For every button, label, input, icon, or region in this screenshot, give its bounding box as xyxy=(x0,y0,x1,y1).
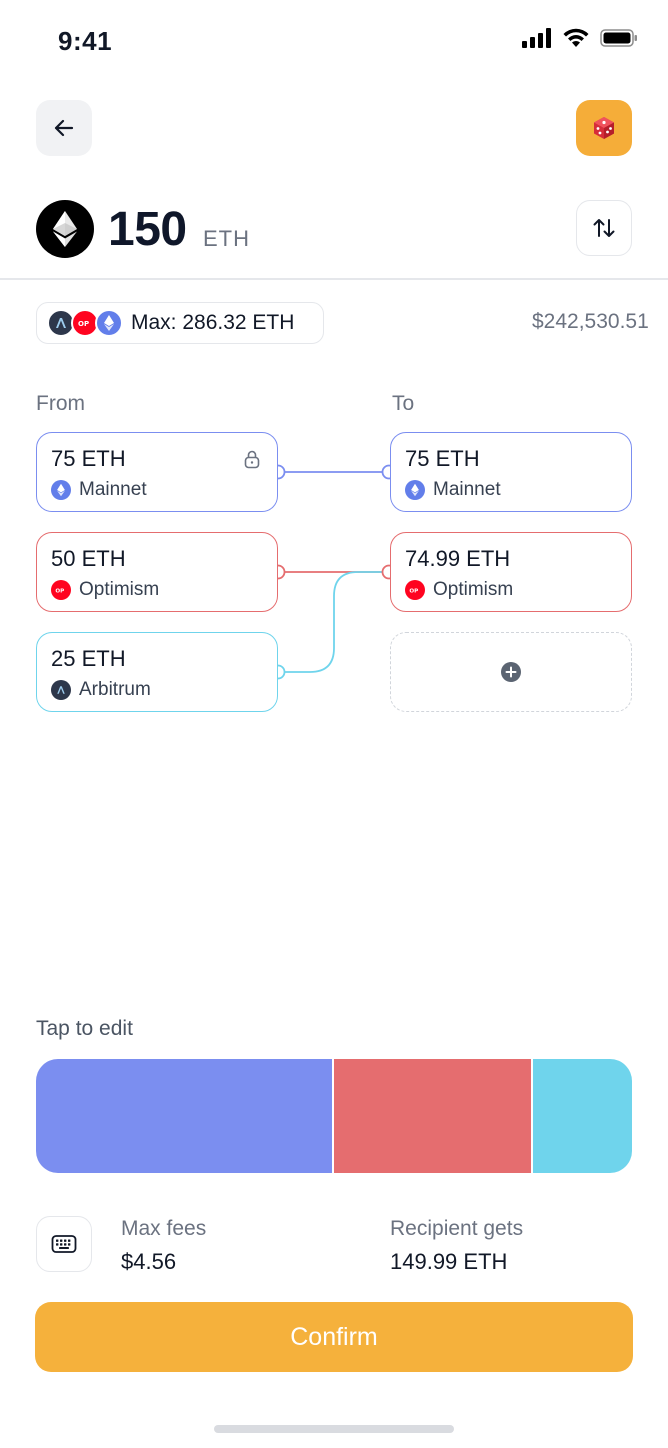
max-amount-chip[interactable]: OP Max: 286.32 ETH xyxy=(36,302,324,344)
optimism-icon: OP xyxy=(51,580,71,600)
to-network: Mainnet xyxy=(405,479,501,501)
to-network: OP Optimism xyxy=(405,579,513,601)
to-card-mainnet[interactable]: 75 ETH Mainnet xyxy=(390,432,632,512)
lock-icon[interactable] xyxy=(243,449,261,469)
connector-arbitrum xyxy=(278,571,389,673)
ethereum-icon xyxy=(51,480,71,500)
network-name: Optimism xyxy=(433,579,514,600)
network-name: Optimism xyxy=(79,579,160,600)
cellular-signal-icon xyxy=(522,28,551,48)
add-destination-button[interactable] xyxy=(390,632,632,712)
swap-vertical-icon xyxy=(593,219,615,237)
chain-icons-stack: OP xyxy=(47,309,131,337)
from-amount: 50 ETH xyxy=(51,546,126,571)
recipient-gets-label: Recipient gets xyxy=(390,1217,524,1240)
back-button[interactable] xyxy=(36,100,92,156)
split-bar[interactable] xyxy=(36,1059,632,1173)
plus-circle-icon xyxy=(501,662,521,682)
recipient-gets-value: 149.99 ETH xyxy=(390,1249,508,1274)
status-icons xyxy=(522,28,638,48)
network-name: Arbitrum xyxy=(79,679,151,700)
arbitrum-icon xyxy=(51,680,71,700)
home-indicator xyxy=(214,1425,454,1433)
network-name: Mainnet xyxy=(433,479,501,500)
ethereum-logo-icon xyxy=(36,200,94,258)
ethereum-icon xyxy=(95,309,123,337)
random-dice-button[interactable] xyxy=(576,100,632,156)
wifi-icon xyxy=(563,28,589,47)
optimism-icon: OP xyxy=(405,580,425,600)
from-network: OP Optimism xyxy=(51,579,159,601)
from-card-mainnet[interactable]: 75 ETH Mainnet xyxy=(36,432,278,512)
from-card-optimism[interactable]: 50 ETH OP Optimism xyxy=(36,532,278,612)
from-network: Mainnet xyxy=(51,479,147,501)
ethereum-icon xyxy=(405,480,425,500)
to-card-optimism[interactable]: 74.99 ETH OP Optimism xyxy=(390,532,632,612)
max-amount-label: Max: 286.32 ETH xyxy=(131,311,295,334)
network-name: Mainnet xyxy=(79,479,147,500)
max-fees-label: Max fees xyxy=(121,1217,207,1240)
status-time: 9:41 xyxy=(58,26,113,56)
keyboard-icon xyxy=(51,1235,77,1253)
to-amount: 75 ETH xyxy=(405,446,480,471)
from-card-arbitrum[interactable]: 25 ETH Arbitrum xyxy=(36,632,278,712)
amount-value[interactable]: 150 xyxy=(108,202,187,257)
from-amount: 25 ETH xyxy=(51,646,126,671)
max-fees-value: $4.56 xyxy=(121,1249,177,1274)
tap-to-edit-label: Tap to edit xyxy=(36,1017,133,1040)
keyboard-button[interactable] xyxy=(36,1216,92,1272)
from-label: From xyxy=(36,392,85,415)
svg-text:OP: OP xyxy=(78,320,89,328)
usd-value: $242,530.51 xyxy=(532,310,649,333)
arrow-left-icon xyxy=(54,119,74,137)
to-label: To xyxy=(392,392,415,415)
to-amount: 74.99 ETH xyxy=(405,546,511,571)
split-segment-arbitrum[interactable] xyxy=(533,1059,632,1173)
svg-text:OP: OP xyxy=(55,588,64,594)
confirm-button[interactable]: Confirm xyxy=(35,1302,633,1372)
from-amount: 75 ETH xyxy=(51,446,126,471)
split-segment-mainnet[interactable] xyxy=(36,1059,334,1173)
split-segment-optimism[interactable] xyxy=(334,1059,534,1173)
divider xyxy=(0,278,668,280)
dice-icon xyxy=(594,117,614,139)
amount-unit: ETH xyxy=(203,226,250,251)
from-network: Arbitrum xyxy=(51,679,151,701)
swap-direction-button[interactable] xyxy=(576,200,632,256)
svg-text:OP: OP xyxy=(409,588,418,594)
battery-icon xyxy=(600,29,637,47)
